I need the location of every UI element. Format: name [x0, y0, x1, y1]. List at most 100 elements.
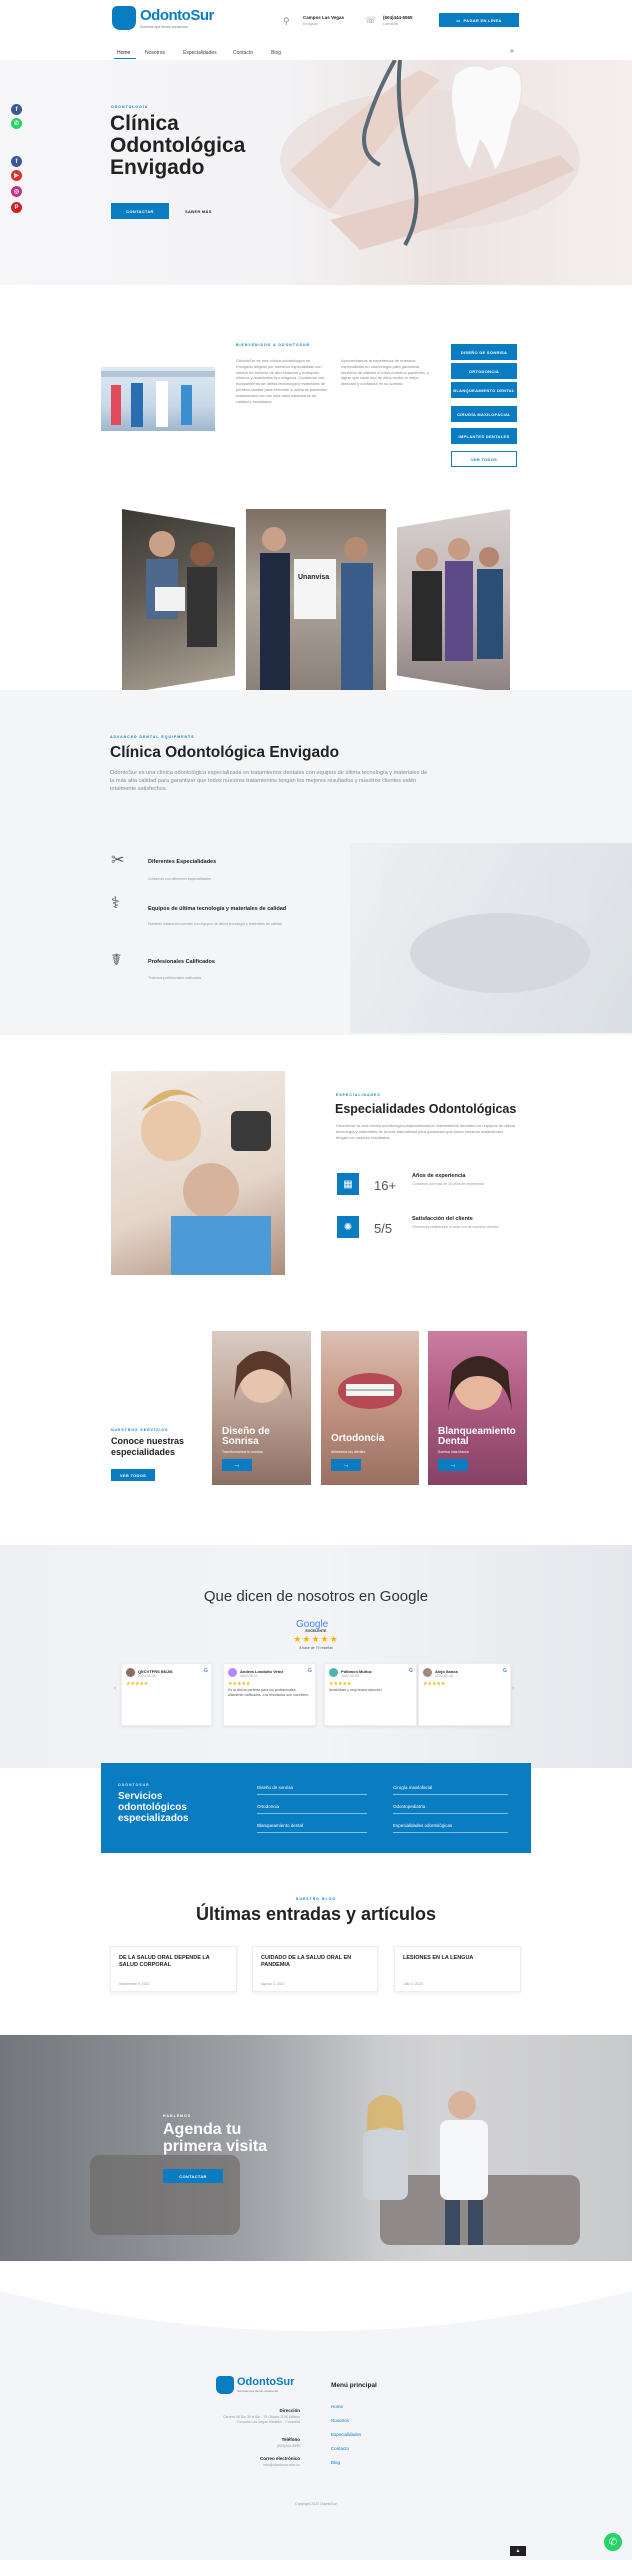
whatsapp-float-button[interactable]: ✆ — [604, 2533, 622, 2551]
nav-item-nosotros[interactable]: Nosotros — [145, 50, 165, 56]
google-g-icon: G — [204, 1668, 208, 1674]
hero-more-button[interactable]: Saber más — [185, 209, 212, 214]
service-card-ortho[interactable]: Ortodoncia Alineamos tus dientes → — [321, 1331, 419, 1485]
band-eyebrow: Odontosur — [118, 1783, 150, 1787]
footer-menu-contacto[interactable]: Contacto — [331, 2446, 349, 2451]
social-facebook-2[interactable]: f — [11, 156, 22, 167]
social-youtube[interactable]: ▶ — [11, 170, 22, 181]
location-title: Campos Las Vegas — [303, 15, 345, 20]
feature-specialties-desc: Contamos con diferentes especialidades — [148, 877, 212, 881]
service-card-smile[interactable]: Diseño de Sonrisa Transformamos tu sonri… — [212, 1331, 311, 1485]
footer-address: Carrera 48 Sur 39 A Sur - 78 Oficina 110… — [223, 2415, 300, 2424]
blog-post-title: CUIDADO DE LA SALUD ORAL EN PANDEMIA — [261, 1955, 352, 1969]
arrow-right-icon[interactable]: → — [438, 1459, 468, 1471]
review-text: Amabilidad y muy buena atención — [329, 1688, 382, 1692]
cta-contact-button[interactable]: Contactar — [163, 2169, 223, 2183]
band-link[interactable]: Blanqueamiento dental — [257, 1823, 367, 1833]
footer-logo-tagline: Sonrisas que llenan corazones — [237, 2389, 279, 2393]
nav-item-especialidades[interactable]: Especialidades — [183, 50, 217, 56]
review-stars: ★★★★★ — [126, 1681, 149, 1687]
social-instagram[interactable]: ◎ — [11, 186, 22, 197]
avatar — [126, 1668, 135, 1677]
side-button-whitening[interactable]: Blanqueamiento Dental — [451, 382, 517, 398]
phone-sub: Llámanos — [383, 22, 399, 26]
arrow-right-icon[interactable]: → — [331, 1459, 361, 1471]
feature-professionals-title: Profesionales Calificados — [148, 959, 215, 965]
nav-item-blog[interactable]: Blog — [271, 50, 281, 56]
about-text: OdontoSur es una clínica odontológica es… — [110, 770, 428, 793]
band-link[interactable]: Cirugía maxilofacial — [393, 1785, 508, 1795]
scroll-top-button[interactable]: ▲ — [510, 2546, 526, 2556]
side-button-surgery[interactable]: Cirugía Maxilofacial — [451, 406, 517, 422]
blog-post-card[interactable]: LESIONES EN LA LENGUA Julio 2, 2022 — [394, 1946, 521, 1992]
social-facebook[interactable]: f — [11, 104, 22, 115]
intro-text-col2: Aprovechamos la experiencia de nuestros … — [341, 358, 430, 387]
review-date: 2022-02-18 — [435, 1674, 453, 1678]
pay-online-button[interactable]: ▭ PAGAR EN LÍNEA — [439, 13, 519, 27]
side-button-see-all[interactable]: Ver Todos — [451, 451, 517, 467]
stat-satisfaction-value: 5/5 — [374, 1221, 393, 1236]
stat-satisfaction-title: Satisfacción del cliente — [412, 1216, 473, 1222]
services-see-all-button[interactable]: Ver todos — [111, 1469, 155, 1481]
stat-years-title: Años de experiencia — [412, 1173, 466, 1179]
reviews-next-arrow[interactable]: › — [512, 1685, 514, 1692]
services-title: Conoce nuestras especialidades — [111, 1436, 185, 1457]
card-icon: ▭ — [456, 17, 461, 23]
review-stars: ★★★★★ — [423, 1681, 446, 1687]
side-button-ortho[interactable]: Ortodoncia — [451, 363, 517, 379]
footer-menu-blog[interactable]: Blog — [331, 2460, 340, 2465]
footer-menu-especialidades[interactable]: Especialidades — [331, 2432, 361, 2437]
services-eyebrow: Nuestros servicios — [111, 1428, 169, 1432]
footer-menu-home[interactable]: Home — [331, 2404, 343, 2409]
review-stars: ★★★★★ — [329, 1681, 352, 1687]
review-text: Es la clínica perfecta para los profesio… — [228, 1688, 309, 1697]
footer-logo[interactable]: OdontoSur Sonrisas que llenan corazones — [216, 2376, 306, 2398]
footer-phone[interactable]: (604)444-5555 — [220, 2444, 300, 2449]
blog-post-date: Septiembre 9, 2022 — [119, 1982, 150, 1986]
intro-eyebrow: Bienvenidos a OdontoSur — [236, 343, 311, 347]
hero-contact-button[interactable]: Contactar — [111, 203, 169, 219]
logo[interactable]: OdontoSur Sonrisas que llenan corazones — [112, 6, 222, 36]
footer-email[interactable]: info@odontosur.com.co — [200, 2463, 300, 2468]
blog-post-card[interactable]: DE LA SALUD ORAL DEPENDE LA SALUD CORPOR… — [110, 1946, 237, 1992]
phone-title[interactable]: (604)444-5555 — [383, 15, 413, 20]
stat-years-value: 16+ — [374, 1178, 397, 1193]
reviews-section-bg — [0, 1545, 632, 1768]
gallery-photo-2-figures: Unanvisa — [260, 527, 373, 694]
reviews-title: Que dicen de nosotros en Google — [203, 1588, 429, 1605]
specialties-photo — [111, 1071, 285, 1275]
social-whatsapp[interactable]: ✆ — [11, 118, 22, 129]
service-card-whitening[interactable]: Blanqueamiento Dental Sonrisa más blanca… — [428, 1331, 527, 1485]
arrow-right-icon[interactable]: → — [222, 1459, 252, 1471]
band-link[interactable]: Odontopediatría — [393, 1804, 508, 1814]
footer-email-label: Correo electrónico — [259, 2456, 300, 2461]
band-link[interactable]: Ortodoncia — [257, 1804, 367, 1814]
feature-equipment-desc: Nuestras instalación cuentan con equipos… — [148, 922, 282, 926]
social-pinterest[interactable]: P — [11, 202, 22, 213]
review-date: 2022-05-11 — [240, 1674, 258, 1678]
footer-phone-label: Teléfono — [281, 2437, 300, 2442]
cta-title: Agenda tu primera visita — [163, 2121, 268, 2155]
hero-image — [280, 60, 580, 250]
location-icon: ⚲ — [283, 16, 290, 26]
stat-years-desc: Contamos con más de 16 años de experienc… — [412, 1182, 485, 1186]
nav-active-underline — [114, 58, 136, 59]
specialties-photo-figures — [141, 1089, 271, 1275]
nav-item-contacto[interactable]: Contacto — [233, 50, 253, 56]
nav-item-home[interactable]: Home — [117, 50, 130, 56]
blog-post-title: LESIONES EN LA LENGUA — [403, 1955, 474, 1961]
side-button-smile[interactable]: Diseño de Sonrisa — [451, 344, 517, 360]
about-bg-photo — [350, 843, 632, 1033]
footer-menu-nosotros[interactable]: Nosotros — [331, 2418, 349, 2423]
reviews-prev-arrow[interactable]: ‹ — [114, 1685, 116, 1692]
review-card: QECVTFRS BNJIS 2022-05-16 G ★★★★★ — [121, 1663, 212, 1726]
search-icon[interactable]: ⌕ — [510, 48, 514, 56]
service-card-whitening-sub: Sonrisa más blanca — [438, 1450, 469, 1454]
svg-text:Unanvisa: Unanvisa — [298, 574, 329, 581]
review-date: 2022-03-09 — [341, 1674, 359, 1678]
side-button-implants[interactable]: Implantes Dentales — [451, 428, 517, 444]
specialties-text: OdontoSur es una clínica odontológica es… — [336, 1123, 516, 1140]
band-link[interactable]: Especialidades odontológicas — [393, 1823, 508, 1833]
blog-post-card[interactable]: CUIDADO DE LA SALUD ORAL EN PANDEMIA Ago… — [252, 1946, 378, 1992]
band-link[interactable]: Diseño de sonrisa — [257, 1785, 367, 1795]
